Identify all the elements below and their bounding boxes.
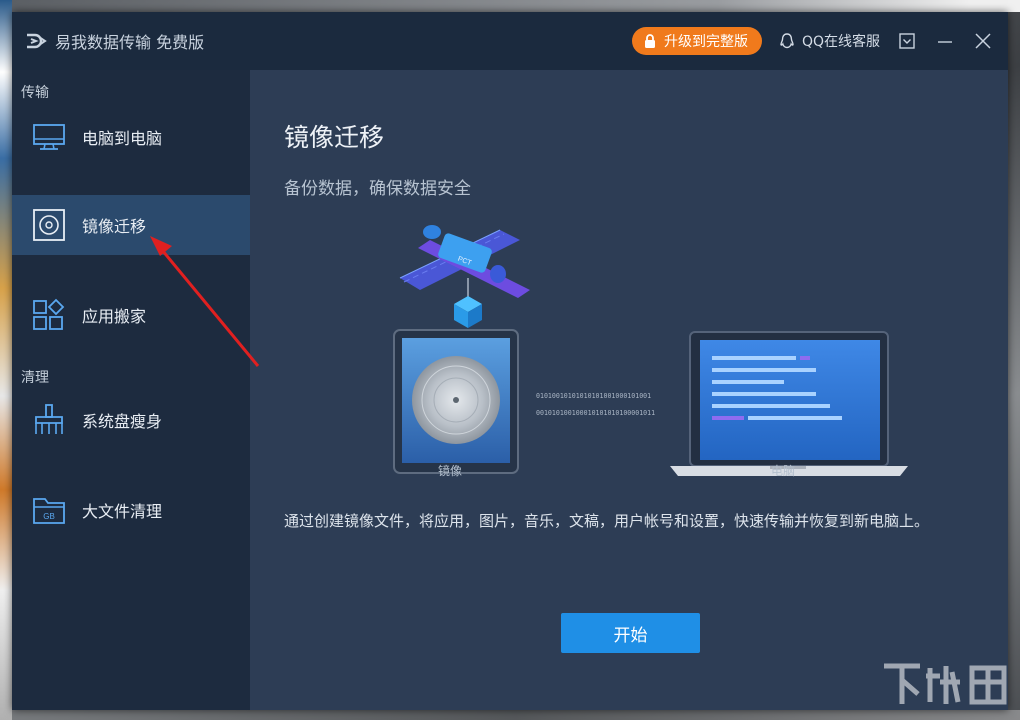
upgrade-button[interactable]: 升级到完整版 xyxy=(631,27,762,55)
binary-text-line-2: 001010100100010101010100001011 xyxy=(536,409,655,417)
close-icon xyxy=(975,33,991,49)
qq-support-label: QQ在线客服 xyxy=(801,34,880,50)
sidebar-item-image-migration[interactable]: 镜像迁移 xyxy=(12,195,250,255)
desktop-background-left xyxy=(0,0,12,720)
start-button[interactable]: 开始 xyxy=(561,613,700,653)
feature-description: 通过创建镜像文件，将应用，图片，音乐，文稿，用户帐号和设置，快速传输并恢复到新电… xyxy=(284,512,930,530)
section-label-transfer: 传输 xyxy=(21,85,49,101)
minimize-icon xyxy=(938,41,952,43)
page-title: 镜像迁移 xyxy=(284,123,385,152)
upgrade-label: 升级到完整版 xyxy=(663,33,748,49)
lock-icon xyxy=(644,34,655,48)
title-bar: 易我数据传输 免费版 升级到完整版 QQ在线客服 xyxy=(12,12,1008,70)
migration-illustration: PCT 01010010101010101001000101001 001010… xyxy=(393,225,908,476)
sidebar-item-large-file-clean[interactable]: GB 大文件清理 xyxy=(12,480,250,540)
main-panel: 镜像迁移 备份数据，确保数据安全 PCT 0101001010101010100… xyxy=(250,70,1008,710)
qq-penguin-icon xyxy=(780,33,794,49)
qq-support-link[interactable]: QQ在线客服 xyxy=(778,31,880,51)
app-title: 易我数据传输 免费版 xyxy=(55,33,205,52)
desktop-background-top xyxy=(12,0,1020,12)
page-subtitle: 备份数据，确保数据安全 xyxy=(284,179,471,199)
minimize-button[interactable] xyxy=(926,22,964,60)
sidebar-item-label: 镜像迁移 xyxy=(82,217,147,236)
sidebar-item-label: 电脑到电脑 xyxy=(82,129,163,148)
svg-text:GB: GB xyxy=(43,512,55,521)
binary-text-line-1: 01010010101010101001000101001 xyxy=(536,392,651,400)
mirror-device-graphic xyxy=(393,329,519,474)
broom-icon xyxy=(35,404,63,434)
sidebar-item-label: 应用搬家 xyxy=(82,307,147,326)
laptop-graphic xyxy=(670,331,908,476)
dropdown-menu-button[interactable] xyxy=(888,22,926,60)
gb-folder-icon: GB xyxy=(33,498,65,524)
app-window: 易我数据传输 免费版 升级到完整版 QQ在线客服 传输 电脑到电脑 镜像迁移 应… xyxy=(12,12,1008,710)
close-button[interactable] xyxy=(964,22,1002,60)
site-watermark-logo xyxy=(884,663,1007,705)
caption-pc: 电脑 xyxy=(770,464,795,478)
sidebar: 传输 电脑到电脑 镜像迁移 应用搬家 清理 系统盘瘦身 GB 大文件清理 xyxy=(12,70,250,710)
sidebar-item-pc-to-pc[interactable]: 电脑到电脑 xyxy=(12,107,250,167)
desktop-background-bottom xyxy=(12,710,1020,720)
sidebar-item-label: 系统盘瘦身 xyxy=(82,412,163,431)
section-label-clean: 清理 xyxy=(21,370,49,386)
satellite-graphic: PCT xyxy=(399,225,530,328)
sidebar-item-system-slim[interactable]: 系统盘瘦身 xyxy=(12,390,250,450)
dropdown-icon xyxy=(899,33,915,49)
disc-icon xyxy=(33,209,65,241)
sidebar-item-label: 大文件清理 xyxy=(82,502,163,521)
app-logo: 易我数据传输 免费版 xyxy=(25,29,204,53)
monitor-icon xyxy=(33,124,65,150)
caption-mirror: 镜像 xyxy=(437,464,462,478)
apps-grid-icon xyxy=(33,298,65,330)
app-logo-icon xyxy=(27,33,47,49)
sidebar-item-app-migration[interactable]: 应用搬家 xyxy=(12,285,250,345)
